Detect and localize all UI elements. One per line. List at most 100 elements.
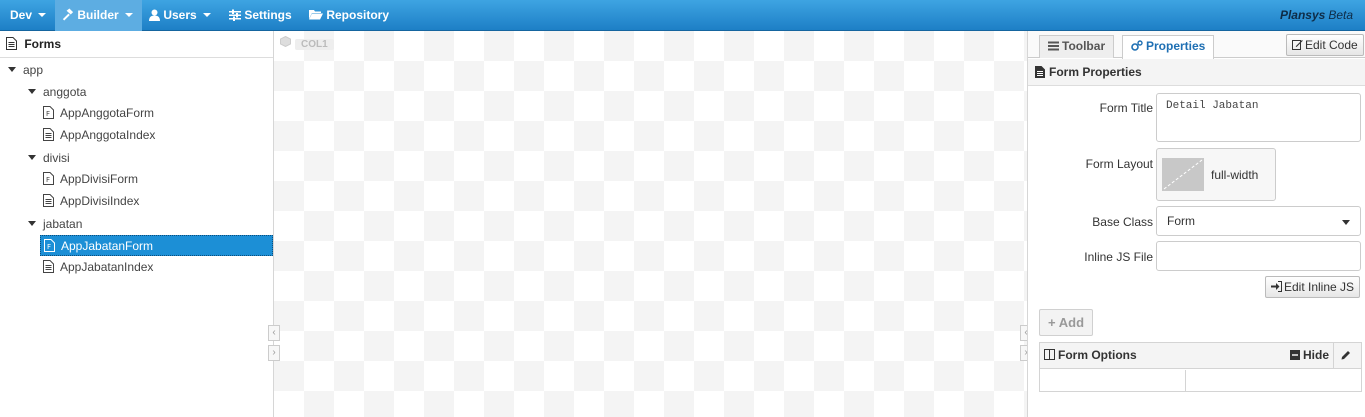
user-icon [149, 9, 160, 21]
top-navbar: Dev Builder Users Settings Repository Pl… [0, 0, 1365, 31]
form-options-table: Form Options Hide [1039, 342, 1362, 392]
nav-users-label: Users [163, 8, 197, 22]
form-layout-selector[interactable]: full-width [1156, 148, 1276, 201]
forms-panel: Forms app anggota F AppAnggotaForm AppAng… [0, 31, 274, 417]
form-file-icon: F [43, 172, 54, 186]
svg-text:F: F [46, 110, 50, 118]
tree-folder-label: anggota [43, 85, 87, 99]
nav-repository[interactable]: Repository [309, 0, 389, 31]
tree-file-label: AppAnggotaIndex [60, 128, 156, 142]
options-value-cell[interactable] [1186, 370, 1361, 392]
collapse-left-arrow[interactable]: ‹ [268, 325, 280, 341]
chevron-down-icon [1342, 220, 1350, 225]
svg-text:F: F [47, 243, 51, 251]
expand-left-arrow[interactable]: › [268, 345, 280, 361]
caret-down-icon [8, 67, 16, 73]
base-class-label: Base Class [1092, 215, 1153, 229]
column-tag[interactable]: COL1 [280, 35, 334, 52]
form-properties-header: Form Properties [1028, 59, 1365, 86]
document-icon [1035, 65, 1045, 78]
tree-file-appanggotaform[interactable]: F AppAnggotaForm [40, 103, 273, 124]
tab-properties[interactable]: Properties [1122, 35, 1215, 59]
nav-repository-label: Repository [326, 8, 390, 22]
form-layout-value: full-width [1211, 168, 1259, 182]
cube-icon [280, 35, 291, 48]
options-key-cell[interactable] [1040, 370, 1186, 392]
caret-down-icon [28, 155, 36, 161]
caret-down-icon [28, 89, 36, 95]
inline-js-input[interactable] [1156, 241, 1361, 271]
tree-folder-label: jabatan [43, 217, 83, 231]
minus-square-icon [1289, 349, 1300, 360]
form-title-input[interactable]: Detail Jabatan [1156, 93, 1361, 142]
form-options-header: Form Options Hide [1040, 343, 1361, 369]
sliders-icon [229, 9, 241, 21]
brand-name: Plansys [1279, 8, 1326, 22]
tab-toolbar[interactable]: Toolbar [1039, 35, 1115, 58]
tree-file-appjabatanform[interactable]: F AppJabatanForm [40, 235, 273, 256]
form-file-icon: F [43, 106, 54, 120]
form-options-title: Form Options [1058, 348, 1137, 362]
tree-file-appjabatanindex[interactable]: AppJabatanIndex [40, 257, 273, 278]
tree-file-appdivisiindex[interactable]: AppDivisiIndex [40, 191, 273, 212]
brand-logo: Plansys Beta [1280, 0, 1353, 31]
document-icon [43, 194, 54, 208]
hide-button[interactable]: Hide [1289, 343, 1329, 368]
edit-inline-js-button[interactable]: Edit Inline JS [1265, 276, 1361, 298]
tree-folder-label: app [23, 63, 44, 77]
chevron-down-icon [124, 12, 133, 17]
tree-folder-label: divisi [43, 151, 70, 165]
chevron-down-icon [202, 12, 211, 17]
columns-icon [1044, 349, 1055, 361]
forms-panel-title: Forms [24, 37, 62, 51]
nav-builder-label: Builder [77, 8, 119, 22]
document-icon [6, 37, 17, 51]
edit-code-label: Edit Code [1305, 38, 1358, 52]
gears-icon [1131, 40, 1143, 51]
pencil-icon [1341, 350, 1350, 360]
base-class-select[interactable]: Form [1156, 206, 1361, 236]
tree-file-appdivisiform[interactable]: F AppDivisiForm [40, 169, 273, 190]
properties-panel: Toolbar Properties Edit Code Form Proper… [1027, 31, 1365, 417]
tree-folder-jabatan[interactable]: jabatan [28, 213, 82, 235]
nav-dev[interactable]: Dev [10, 0, 47, 31]
tree-folder-app[interactable]: app [8, 59, 43, 81]
hide-label: Hide [1302, 348, 1329, 362]
edit-inline-js-label: Edit Inline JS [1284, 280, 1355, 294]
section-title: Form Properties [1049, 65, 1142, 79]
tree-folder-anggota[interactable]: anggota [28, 81, 86, 103]
folder-open-icon [309, 10, 323, 20]
hammer-icon [62, 8, 74, 21]
nav-settings[interactable]: Settings [229, 0, 292, 31]
tree-file-label: AppJabatanIndex [60, 260, 154, 274]
form-layout-label: Form Layout [1085, 157, 1153, 171]
sign-in-icon [1271, 281, 1282, 293]
tree-folder-divisi[interactable]: divisi [28, 147, 70, 169]
document-icon [43, 128, 54, 142]
list-icon [1048, 41, 1059, 51]
nav-settings-label: Settings [244, 8, 292, 22]
document-icon [43, 260, 54, 274]
nav-users[interactable]: Users [149, 0, 211, 31]
brand-suffix: Beta [1328, 8, 1353, 22]
form-file-icon: F [44, 239, 55, 253]
plus-icon: + [1048, 315, 1056, 330]
chevron-down-icon [38, 12, 47, 17]
edit-code-button[interactable]: Edit Code [1286, 34, 1364, 56]
tree-file-label: AppDivisiForm [60, 172, 139, 186]
inline-js-label: Inline JS File [1084, 250, 1153, 264]
panel-tabs: Toolbar Properties Edit Code [1028, 31, 1365, 59]
nav-builder[interactable]: Builder [55, 0, 142, 31]
add-label: Add [1058, 315, 1085, 330]
tree-file-label: AppDivisiIndex [60, 194, 140, 208]
edit-options-button[interactable] [1333, 343, 1361, 368]
svg-text:F: F [46, 176, 50, 184]
nav-dev-label: Dev [10, 8, 33, 22]
form-title-label: Form Title [1099, 101, 1153, 115]
edit-icon [1292, 40, 1303, 51]
column-label: COL1 [295, 39, 334, 50]
builder-canvas[interactable]: COL1 ‹ › ‹ › [268, 31, 1032, 417]
tree-file-appanggotaindex[interactable]: AppAnggotaIndex [40, 125, 273, 146]
tree-file-label: AppAnggotaForm [60, 106, 155, 120]
add-button[interactable]: + Add [1039, 309, 1094, 336]
